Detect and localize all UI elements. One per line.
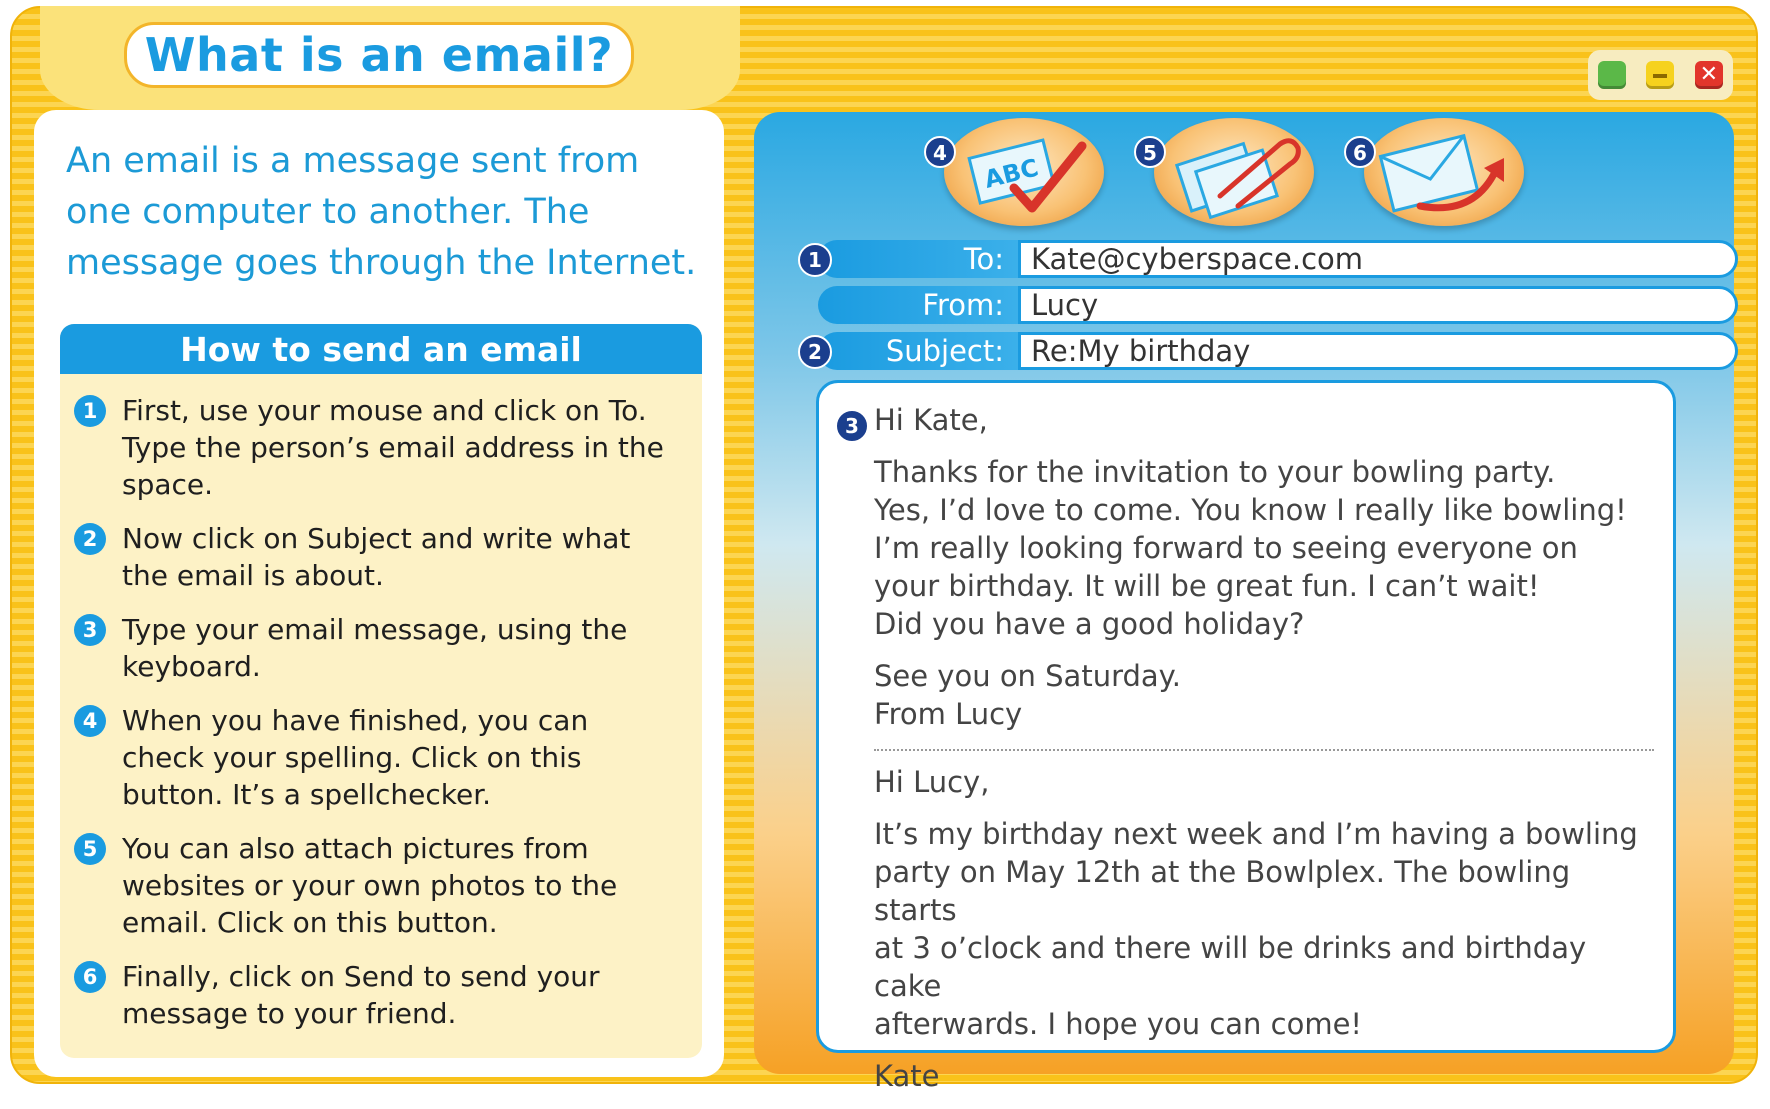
info-panel: An email is a message sent from one comp… — [34, 110, 724, 1077]
from-input[interactable]: Lucy — [1018, 286, 1738, 324]
step-text: First, use your mouse and click on To. T… — [122, 394, 664, 501]
attach-button[interactable]: 5 — [1134, 118, 1314, 226]
step-text: Type your email message, using the keybo… — [122, 613, 628, 683]
page-title: What is an email? — [144, 28, 614, 82]
step-number: 2 — [74, 523, 106, 555]
title-pill: What is an email? — [124, 22, 634, 88]
step-item: 5 You can also attach pictures from webs… — [74, 830, 682, 941]
email-window: 4 ABC 5 6 1 To: Kate@cyberspace.com From… — [754, 112, 1738, 1093]
step-item: 2 Now click on Subject and write what th… — [74, 520, 682, 594]
attach-icon — [1174, 138, 1301, 220]
step-text: When you have finished, you can check yo… — [122, 704, 589, 811]
step-number: 3 — [74, 614, 106, 646]
send-button[interactable]: 6 — [1344, 118, 1524, 226]
steps-list: 1 First, use your mouse and click on To.… — [60, 374, 702, 1032]
to-label[interactable]: To: — [818, 240, 1018, 278]
spellcheck-button[interactable]: 4 ABC — [924, 118, 1104, 226]
subject-input[interactable]: Re:My birthday — [1018, 332, 1738, 370]
quote-divider — [874, 749, 1654, 751]
original-greeting: Hi Lucy, — [874, 765, 990, 799]
original-signature: Kate — [874, 1059, 940, 1093]
reply-closing: See you on Saturday. From Lucy — [874, 659, 1181, 731]
subject-field-row: 2 Subject: Re:My birthday — [798, 332, 1738, 372]
step-text: Finally, click on Send to send your mess… — [122, 960, 600, 1030]
email-toolbar: 4 ABC 5 6 — [924, 118, 1584, 228]
message-body[interactable]: 3 Hi Kate, Thanks for the invitation to … — [816, 380, 1676, 1093]
step-item: 6 Finally, click on Send to send your me… — [74, 958, 682, 1032]
step-item: 3 Type your email message, using the key… — [74, 611, 682, 685]
step-item: 4 When you have finished, you can check … — [74, 702, 682, 813]
step-number: 5 — [74, 833, 106, 865]
close-button[interactable]: ✕ — [1694, 61, 1723, 89]
to-input[interactable]: Kate@cyberspace.com — [1018, 240, 1738, 278]
step-item: 1 First, use your mouse and click on To.… — [74, 392, 682, 503]
to-field-row: 1 To: Kate@cyberspace.com — [798, 240, 1738, 280]
reply-paragraph: Thanks for the invitation to your bowlin… — [874, 455, 1627, 641]
send-icon — [1378, 133, 1504, 213]
step-number: 6 — [74, 961, 106, 993]
original-paragraph: It’s my birthday next week and I’m havin… — [874, 817, 1638, 1041]
step-number: 4 — [74, 705, 106, 737]
step-number: 3 — [835, 409, 869, 443]
from-label: From: — [818, 286, 1018, 324]
step-text: You can also attach pictures from websit… — [122, 832, 618, 939]
how-to-box: How to send an email 1 First, use your m… — [60, 324, 702, 1058]
window-controls: ✕ — [1588, 50, 1733, 100]
reply-greeting: Hi Kate, — [874, 403, 988, 437]
step-number: 2 — [798, 335, 832, 369]
minimize-button[interactable] — [1646, 61, 1675, 89]
intro-text: An email is a message sent from one comp… — [66, 141, 697, 283]
maximize-button[interactable] — [1598, 61, 1627, 89]
step-text: Now click on Subject and write what the … — [122, 522, 631, 592]
step-number: 1 — [798, 243, 832, 277]
step-number: 1 — [74, 395, 106, 427]
spellcheck-icon: ABC — [967, 138, 1087, 213]
from-field-row: From: Lucy — [818, 286, 1738, 326]
message-text: Hi Kate, Thanks for the invitation to yo… — [874, 401, 1654, 1109]
subject-label[interactable]: Subject: — [818, 332, 1018, 370]
how-to-heading: How to send an email — [60, 324, 702, 374]
